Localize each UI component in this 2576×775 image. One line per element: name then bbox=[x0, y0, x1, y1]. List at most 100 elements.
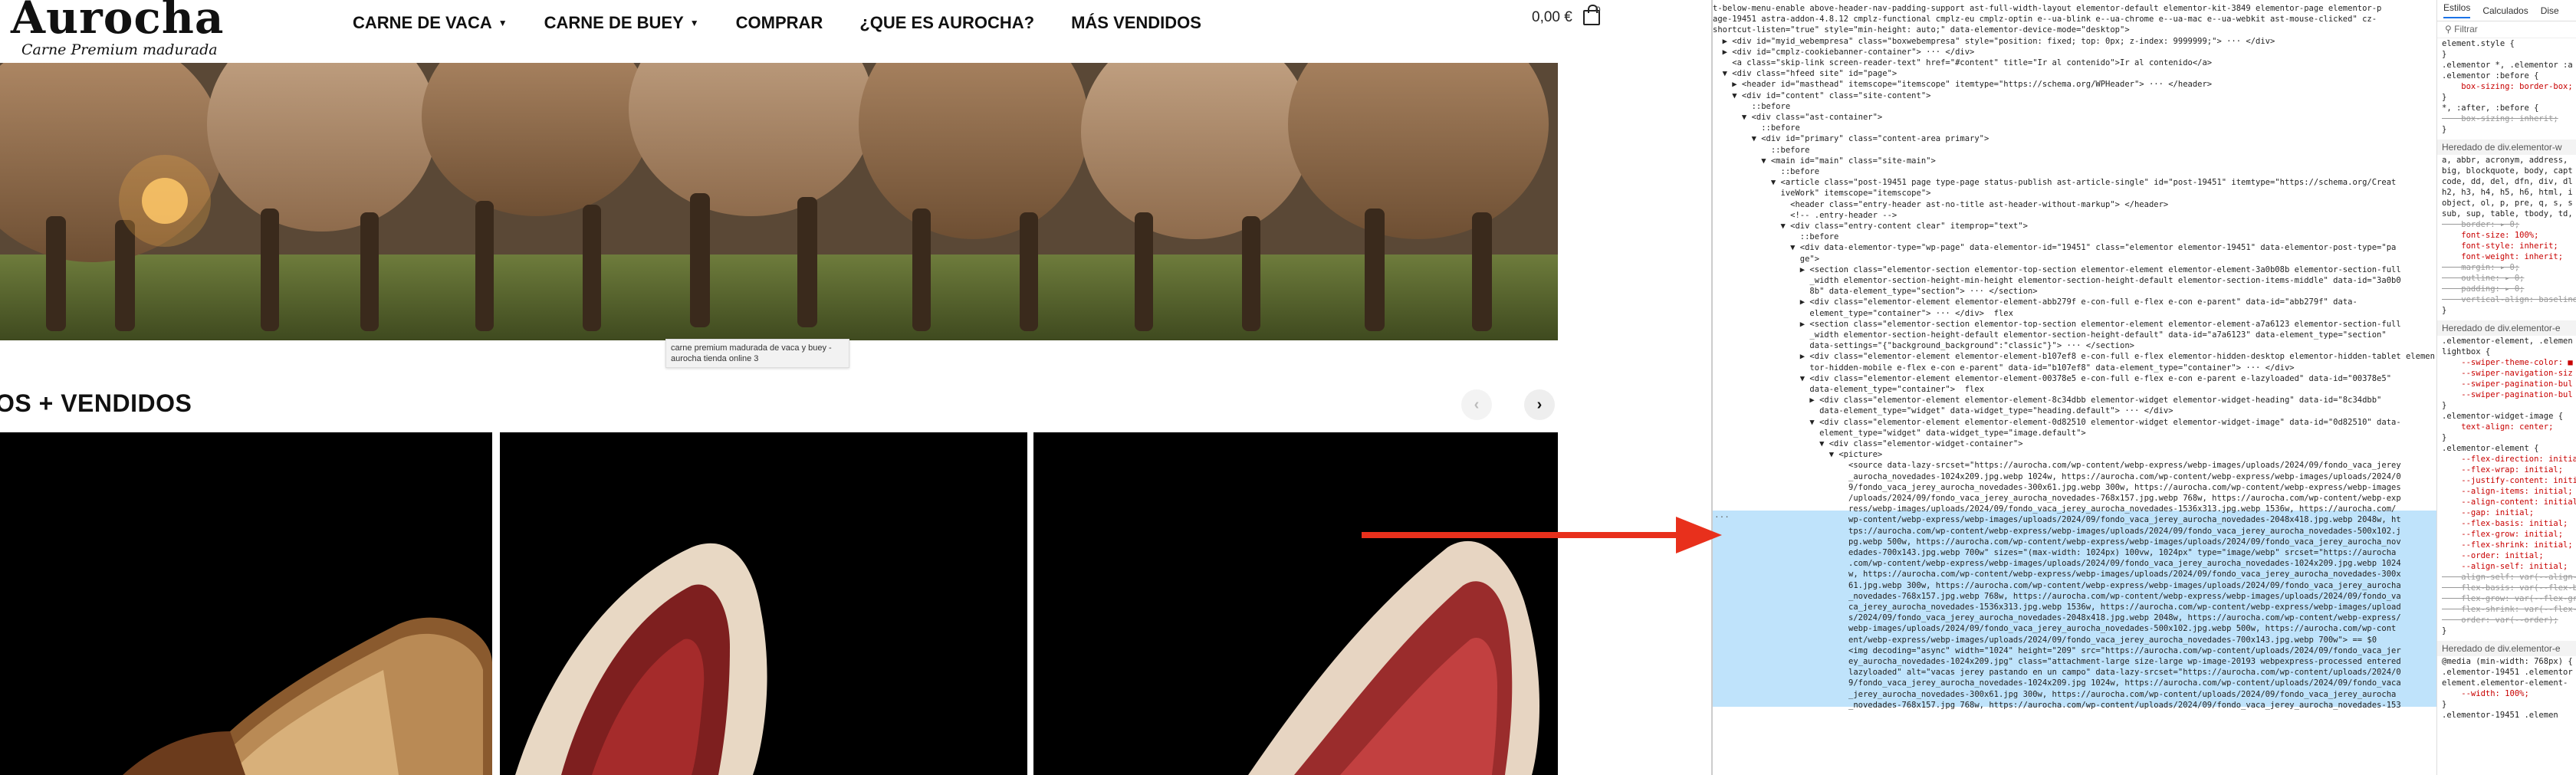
dom-node-line[interactable]: ▶ <div class="elementor-element elemento… bbox=[1713, 297, 2436, 307]
dom-node-line[interactable]: edades-700x143.jpg.webp 700w" sizes="(ma… bbox=[1713, 547, 2436, 558]
styles-filter-input[interactable]: ⚲ Filtrar bbox=[2437, 21, 2576, 38]
nav-item-carne-de-buey[interactable]: CARNE DE BUEY ▼ bbox=[544, 13, 699, 33]
dom-node-line[interactable]: ▼ <div id="primary" class="content-area … bbox=[1713, 133, 2436, 144]
product-card-3[interactable] bbox=[1033, 432, 1558, 775]
dom-node-line[interactable]: ::before bbox=[1713, 232, 2436, 242]
dom-node-line[interactable]: s/2024/09/fondo_vaca_jerey_aurocha_noved… bbox=[1713, 612, 2436, 623]
carousel-prev-button[interactable]: ‹ bbox=[1461, 389, 1492, 420]
dom-node-line[interactable]: data-element_type="container"> flex bbox=[1713, 384, 2436, 395]
tab-calculados[interactable]: Calculados bbox=[2482, 5, 2528, 16]
dom-node-line[interactable]: ress/webp-images/uploads/2024/09/fondo_v… bbox=[1713, 504, 2436, 514]
style-rule-line: } bbox=[2442, 306, 2447, 315]
cart-count-badge: 0 bbox=[1595, 5, 1601, 15]
dom-node-line[interactable]: 9/fondo_vaca_jerey_aurocha_novedades-102… bbox=[1713, 678, 2436, 688]
dom-node-line[interactable]: 9/fondo_vaca_jerey_aurocha_novedades-300… bbox=[1713, 482, 2436, 493]
dom-node-line[interactable]: ▼ <div class="elementor-widget-container… bbox=[1713, 438, 2436, 449]
dom-node-line[interactable]: ▼ <picture> bbox=[1713, 449, 2436, 460]
aurocha-logo[interactable]: Aurocha Carne Premium madurada bbox=[11, 0, 224, 58]
style-rule-line: --swiper-pagination-bul bbox=[2442, 379, 2573, 389]
dom-node-line[interactable]: _novedades-768x157.jpg 768w, https://aur… bbox=[1713, 700, 2436, 711]
product-card-2[interactable] bbox=[500, 432, 1027, 775]
style-rule-line: box-sizing: inherit; bbox=[2442, 114, 2558, 123]
dom-node-line[interactable]: _width elementor-section-height-min-heig… bbox=[1713, 275, 2436, 286]
dom-node-line[interactable]: webp-images/uploads/2024/09/fondo_vaca_j… bbox=[1713, 623, 2436, 634]
product-card-1[interactable] bbox=[0, 432, 492, 775]
dom-node-line[interactable]: <img decoding="async" width="1024" heigh… bbox=[1713, 645, 2436, 656]
dom-node-line[interactable]: ▼ <div class="ast-container"> bbox=[1713, 112, 2436, 123]
dom-node-line[interactable]: _jerey_aurocha_novedades-300x61.jpg 300w… bbox=[1713, 689, 2436, 700]
dom-node-line[interactable]: ::before bbox=[1713, 101, 2436, 112]
nav-label: CARNE DE BUEY bbox=[544, 13, 684, 32]
nav-item-carne-de-vaca[interactable]: CARNE DE VACA ▼ bbox=[353, 13, 508, 33]
cows-illustration bbox=[0, 63, 1558, 340]
nav-item-mas-vendidos[interactable]: MÁS VENDIDOS bbox=[1071, 13, 1201, 33]
dom-node-line[interactable]: ▶ <div class="elementor-element elemento… bbox=[1713, 395, 2436, 406]
dom-node-line[interactable]: tor-hidden-mobile e-flex e-con e-parent"… bbox=[1713, 363, 2436, 373]
chevron-down-icon: ▼ bbox=[498, 18, 508, 28]
dom-node-line[interactable]: ent/webp-express/webp-images/uploads/202… bbox=[1713, 635, 2436, 645]
dom-node-line[interactable]: ::before bbox=[1713, 166, 2436, 177]
dom-node-line[interactable]: .com/wp-content/webp-express/webp-images… bbox=[1713, 558, 2436, 569]
dom-node-line[interactable]: element_type="container"> ··· </div> fle… bbox=[1713, 308, 2436, 319]
dom-node-line[interactable]: ::before bbox=[1713, 123, 2436, 133]
dom-node-line[interactable]: ::before bbox=[1713, 145, 2436, 156]
dom-node-line[interactable]: shortcut-listen="true" style="min-height… bbox=[1713, 25, 2436, 35]
dom-node-line[interactable]: pg.webp 500w, https://aurocha.com/wp-con… bbox=[1713, 537, 2436, 547]
dom-node-line[interactable]: _width elementor-section-height-default … bbox=[1713, 330, 2436, 340]
dom-node-line[interactable]: age-19451 astra-addon-4.8.12 cmplz-funct… bbox=[1713, 14, 2436, 25]
dom-node-line[interactable]: ▶ <div id="myid_webempresa" class="boxwe… bbox=[1713, 36, 2436, 47]
dom-node-line[interactable]: 8b" data-element_type="section"> ··· </s… bbox=[1713, 286, 2436, 297]
style-rule-line: .elementor-19451 .elemen bbox=[2442, 711, 2558, 720]
dom-node-line[interactable]: ▼ <div class="elementor-element elemento… bbox=[1713, 417, 2436, 428]
dom-node-line[interactable]: <header class="entry-header ast-no-title… bbox=[1713, 199, 2436, 210]
hero-image-cows bbox=[0, 63, 1558, 340]
tab-estilos[interactable]: Estilos bbox=[2443, 2, 2471, 18]
logo-tagline: Carne Premium madurada bbox=[21, 41, 218, 58]
dom-node-line[interactable]: ▶ <section class="elementor-section elem… bbox=[1713, 264, 2436, 275]
style-rule-line: .elementor :before { bbox=[2442, 71, 2539, 80]
dom-node-line[interactable]: ▼ <div class="entry-content clear" itemp… bbox=[1713, 221, 2436, 232]
dom-node-line[interactable]: <a class="skip-link screen-reader-text" … bbox=[1713, 57, 2436, 68]
dom-node-line[interactable]: ▼ <div data-elementor-type="wp-page" dat… bbox=[1713, 242, 2436, 253]
carousel-next-button[interactable]: › bbox=[1524, 389, 1555, 420]
dom-node-line[interactable]: 61.jpg.webp 300w, https://aurocha.com/wp… bbox=[1713, 580, 2436, 591]
dom-node-line[interactable]: ey_aurocha_novedades-1024x209.jpg" class… bbox=[1713, 656, 2436, 667]
dom-node-line[interactable]: <source data-lazy-srcset="https://auroch… bbox=[1713, 460, 2436, 471]
dom-node-line[interactable]: ▼ <main id="main" class="site-main"> bbox=[1713, 156, 2436, 166]
dom-node-line[interactable]: data-element_type="widget" data-widget_t… bbox=[1713, 406, 2436, 416]
dom-node-line[interactable]: ▼ <div id="content" class="site-content"… bbox=[1713, 90, 2436, 101]
dom-node-line[interactable]: wp-content/webp-express/webp-images/uplo… bbox=[1713, 514, 2436, 525]
nav-label: COMPRAR bbox=[735, 13, 823, 32]
style-rule-line: } bbox=[2442, 626, 2447, 635]
style-rule-line: --flex-wrap: initial; bbox=[2442, 465, 2564, 475]
dom-node-line[interactable]: tps://aurocha.com/wp-content/webp-expres… bbox=[1713, 526, 2436, 537]
dom-node-line[interactable]: lazyloaded" alt="vacas jerey pastando en… bbox=[1713, 667, 2436, 678]
dom-node-line[interactable]: element_type="widget" data-widget_type="… bbox=[1713, 428, 2436, 438]
dom-node-line[interactable]: <!-- .entry-header --> bbox=[1713, 210, 2436, 221]
cart-amount: 0,00 € bbox=[1532, 9, 1572, 25]
dom-node-line[interactable]: w, https://aurocha.com/wp-content/webp-e… bbox=[1713, 569, 2436, 580]
dom-node-line[interactable]: ▶ <div id="cmplz-cookiebanner-container"… bbox=[1713, 47, 2436, 57]
nav-item-que-es-aurocha[interactable]: ¿QUE ES AUROCHA? bbox=[859, 13, 1034, 33]
dom-node-line[interactable]: /uploads/2024/09/fondo_vaca_jerey_auroch… bbox=[1713, 493, 2436, 504]
chevron-down-icon: ▼ bbox=[689, 18, 699, 28]
style-rule-line: --swiper-theme-color: ■ bbox=[2442, 358, 2573, 367]
dom-node-line[interactable]: _aurocha_novedades-1024x209.jpg.webp 102… bbox=[1713, 471, 2436, 482]
dom-node-line[interactable]: ▼ <div class="elementor-element elemento… bbox=[1713, 373, 2436, 384]
dom-node-line[interactable]: ▶ <header id="masthead" itemscope="items… bbox=[1713, 79, 2436, 90]
tab-diseno[interactable]: Dise bbox=[2541, 5, 2559, 16]
nav-item-comprar[interactable]: COMPRAR bbox=[736, 13, 823, 33]
dom-node-line[interactable]: ca_jerey_aurocha_novedades-1536x313.jpg.… bbox=[1713, 602, 2436, 612]
dom-node-line[interactable]: ▼ <div class="hfeed site" id="page"> bbox=[1713, 68, 2436, 79]
elements-dom-tree[interactable]: ··· t-below-menu-enable above-header-nav… bbox=[1713, 0, 2436, 775]
dom-node-line[interactable]: ge"> bbox=[1713, 254, 2436, 264]
cart-button[interactable]: 0,00 € bbox=[1532, 5, 1600, 26]
dom-node-line[interactable]: _novedades-768x157.jpg.webp 768w, https:… bbox=[1713, 591, 2436, 602]
dom-node-line[interactable]: ▶ <div class="elementor-element elemento… bbox=[1713, 351, 2436, 362]
style-rule-line: --justify-content: initial; bbox=[2461, 476, 2576, 485]
dom-node-line[interactable]: data-settings="{"background_background":… bbox=[1713, 340, 2436, 351]
dom-node-line[interactable]: iveWork" itemscope="itemscope"> bbox=[1713, 188, 2436, 199]
dom-node-line[interactable]: ▼ <article class="post-19451 page type-p… bbox=[1713, 177, 2436, 188]
dom-node-line[interactable]: t-below-menu-enable above-header-nav-pad… bbox=[1713, 3, 2436, 14]
dom-node-line[interactable]: ▶ <section class="elementor-section elem… bbox=[1713, 319, 2436, 330]
